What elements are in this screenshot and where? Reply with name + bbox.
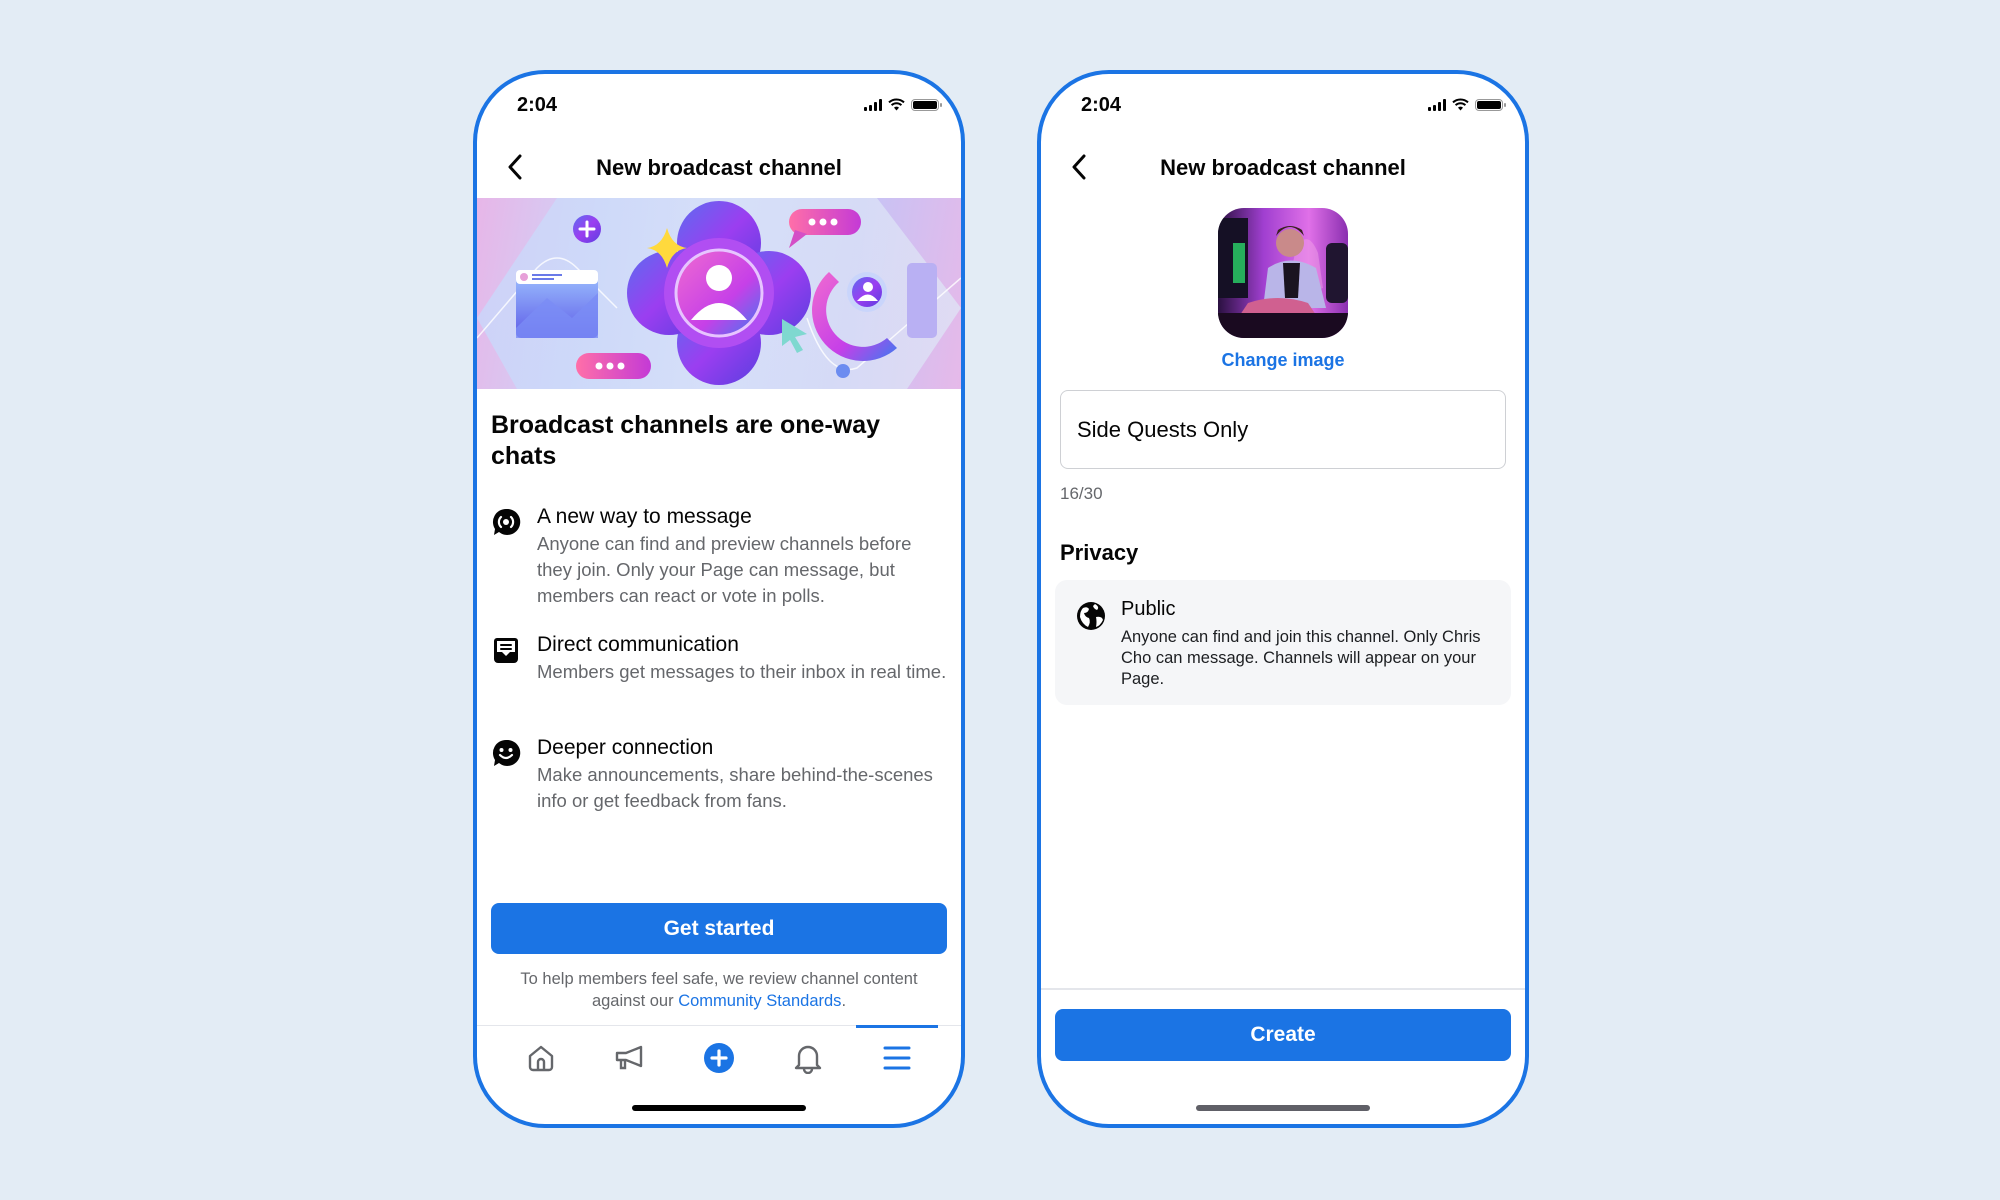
privacy-option-description: Anyone can find and join this channel. O… <box>1121 628 1481 688</box>
inbox-icon <box>494 638 518 663</box>
home-indicator <box>632 1105 806 1111</box>
status-time: 2:04 <box>1081 94 1122 116</box>
signal-icon <box>1428 98 1446 111</box>
signal-icon <box>864 98 882 111</box>
battery-icon <box>1475 98 1506 111</box>
feature-description: Make announcements, share behind-the-sce… <box>537 764 933 811</box>
create-button[interactable]: Create <box>1055 1009 1511 1061</box>
get-started-button[interactable]: Get started <box>491 903 947 954</box>
wifi-icon <box>888 98 905 111</box>
menu-icon <box>883 1046 911 1070</box>
character-counter: 16/30 <box>1060 484 1103 503</box>
feature-title: Direct communication <box>537 633 739 656</box>
tab-create[interactable] <box>684 1026 754 1090</box>
status-time: 2:04 <box>517 94 558 116</box>
home-indicator <box>1196 1105 1370 1111</box>
plus-circle-icon <box>703 1043 734 1073</box>
feature-description: Members get messages to their inbox in r… <box>537 661 947 682</box>
page-title: New broadcast channel <box>596 155 842 180</box>
tab-home[interactable] <box>506 1026 576 1090</box>
status-icons <box>864 98 942 111</box>
change-image-link[interactable]: Change image <box>1041 350 1525 371</box>
channel-name-input[interactable] <box>1060 390 1506 469</box>
bottom-tab-bar <box>477 1025 961 1089</box>
status-icons <box>1428 98 1506 111</box>
intro-heading: Broadcast channels are one-way chats <box>491 411 881 470</box>
megaphone-icon <box>615 1045 643 1070</box>
phone-screen-create: 2:04 New broadcast channel Change image … <box>1037 70 1529 1128</box>
header: New broadcast channel <box>1041 147 1525 187</box>
home-icon <box>529 1045 554 1072</box>
privacy-heading: Privacy <box>1060 540 1139 565</box>
bottom-divider <box>1041 988 1525 990</box>
globe-icon <box>1077 602 1105 630</box>
hero-illustration <box>477 198 961 389</box>
hero-illustration-art <box>477 198 961 389</box>
privacy-option-title: Public <box>1121 598 1176 620</box>
wifi-icon <box>1452 98 1469 111</box>
feature-title: A new way to message <box>537 505 752 528</box>
page-title: New broadcast channel <box>1160 155 1406 180</box>
tab-ads[interactable] <box>595 1026 665 1090</box>
privacy-option-public[interactable]: Public Anyone can find and join this cha… <box>1055 580 1511 705</box>
channel-image[interactable] <box>1218 208 1348 338</box>
feature-item: Direct communication Members get message… <box>491 631 947 685</box>
community-standards-note: To help members feel safe, we review cha… <box>497 968 941 1012</box>
bell-icon <box>794 1045 821 1074</box>
phone-screen-intro: 2:04 New broadcast channel Broadcast cha… <box>473 70 965 1128</box>
tab-menu[interactable] <box>855 1025 938 1090</box>
feature-description: Anyone can find and preview channels bef… <box>537 533 912 606</box>
channel-image-photo <box>1218 208 1348 338</box>
battery-icon <box>911 98 942 111</box>
feature-title: Deeper connection <box>537 736 714 759</box>
smile-chat-icon <box>492 739 521 766</box>
broadcast-chat-icon <box>492 508 521 535</box>
footer-note-suffix: . <box>841 992 847 1010</box>
header: New broadcast channel <box>477 147 961 187</box>
community-standards-link[interactable]: Community Standards <box>678 992 841 1010</box>
feature-item: Deeper connection Make announcements, sh… <box>491 734 947 814</box>
feature-item: A new way to message Anyone can find and… <box>491 503 947 609</box>
tab-notifications[interactable] <box>773 1026 843 1090</box>
